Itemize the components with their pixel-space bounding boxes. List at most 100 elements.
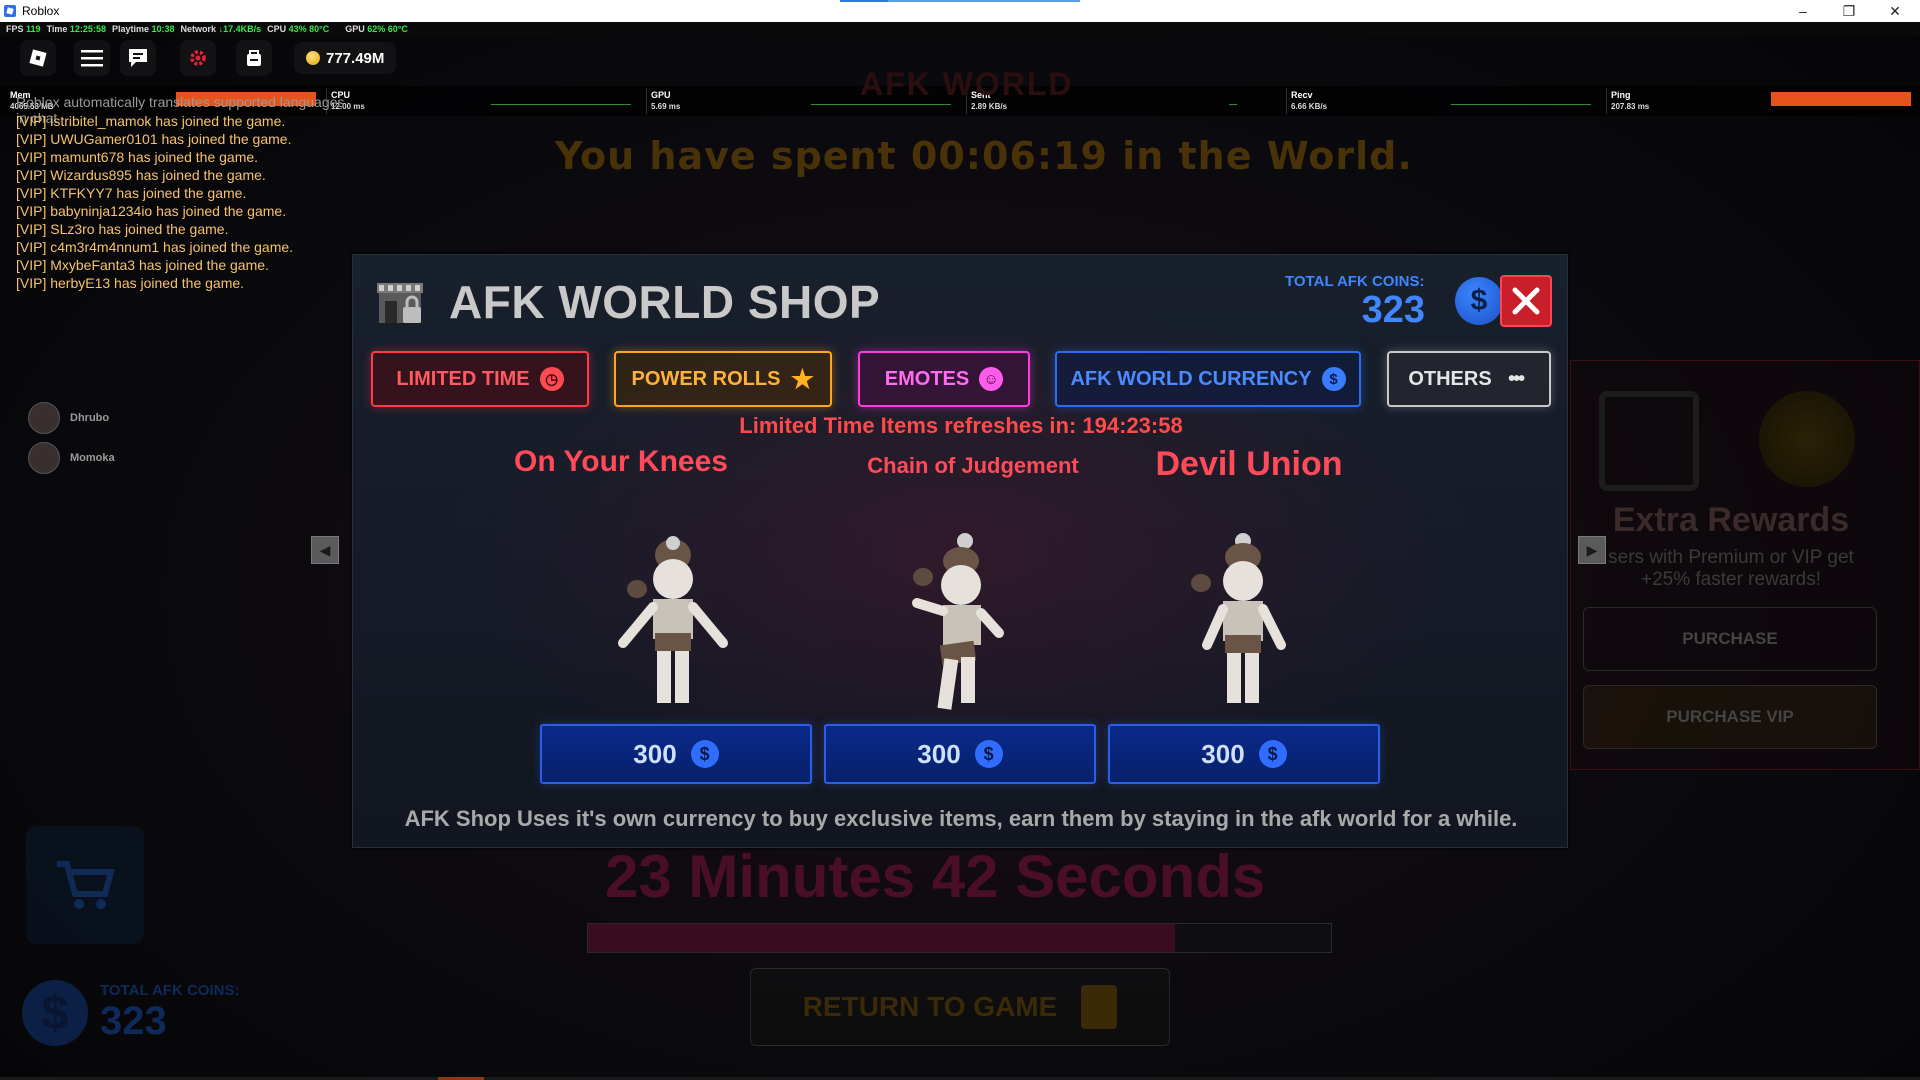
recv-graph — [1451, 104, 1591, 105]
premium-logo-icon — [1599, 391, 1699, 491]
price-amount: 300 — [917, 738, 961, 769]
stat-cpu: CPU 12.00 ms — [326, 88, 631, 114]
emote-preview-devil[interactable] — [1183, 533, 1303, 711]
arrow-right-icon: ▶ — [1586, 541, 1598, 558]
tab-label: AFK WORLD CURRENCY — [1070, 367, 1312, 390]
chat-line: [VIP] SLz3ro has joined the game. — [16, 221, 229, 237]
chat-line: [VIP] mamunt678 has joined the game. — [16, 149, 259, 165]
window-titlebar: Roblox – ❐ ✕ — [0, 0, 1920, 22]
dollar-coin-icon: $ — [1321, 367, 1346, 391]
tab-label: LIMITED TIME — [396, 367, 530, 390]
cart-icon — [57, 861, 115, 909]
emote-preview-chain[interactable] — [901, 533, 1021, 711]
window-title: Roblox — [22, 4, 60, 18]
next-arrow-button[interactable]: ▶ — [1578, 536, 1606, 564]
chat-toggle-button[interactable] — [120, 40, 156, 76]
bg-world-title: AFK WORLD — [860, 66, 1074, 102]
chat-line: [VIP] istribitel_mamok has joined the ga… — [16, 113, 286, 129]
tab-label: OTHERS — [1408, 367, 1492, 390]
chat-line: [VIP] MxybeFanta3 has joined the game. — [16, 257, 269, 273]
afk-shop-modal: AFK WORLD SHOP TOTAL AFK COINS: 323 $ LI… — [352, 254, 1568, 848]
tab-power-rolls[interactable]: POWER ROLLS ★ — [614, 351, 832, 407]
bg-progress-fill — [588, 924, 1175, 952]
extra-rewards-title: Extra Rewards — [1612, 501, 1850, 539]
roblox-menu-button[interactable] — [20, 40, 56, 76]
chat-line: [VIP] Wizardus895 has joined the game. — [16, 167, 266, 183]
prev-arrow-button[interactable]: ◀ — [311, 536, 339, 564]
close-icon — [1512, 287, 1540, 315]
tab-limited-time[interactable]: LIMITED TIME ◷ — [371, 351, 589, 407]
player-name: Momoka — [70, 452, 115, 464]
extra-rewards-panel: Extra Rewards sers with Premium or VIP g… — [1570, 360, 1920, 770]
shop-title: AFK WORLD SHOP — [449, 276, 881, 328]
chat-line: [VIP] c4m3r4m4nnum1 has joined the game. — [16, 239, 294, 255]
purchase-button[interactable]: PURCHASE — [1583, 607, 1877, 671]
chat-line: [VIP] herbyE13 has joined the game. — [16, 275, 245, 291]
titlebar-accent-line-active — [840, 0, 888, 2]
vip-badge-icon — [1759, 391, 1855, 487]
tab-label: POWER ROLLS — [631, 367, 781, 390]
avatar — [28, 402, 60, 434]
shop-footnote: AFK Shop Uses it's own currency to buy e… — [404, 806, 1518, 831]
shop-icon — [377, 283, 423, 323]
player-entry[interactable]: Dhrubo — [28, 402, 109, 434]
roblox-app-icon — [4, 5, 16, 17]
item-name: On Your Knees — [514, 445, 728, 478]
refresh-timer: Limited Time Items refreshes in: 194:23:… — [739, 413, 1183, 438]
more-dots-icon: ••• — [1508, 367, 1525, 390]
minimize-button[interactable]: – — [1780, 0, 1826, 22]
extra-rewards-desc: sers with Premium or VIP get +25% faster … — [1608, 547, 1854, 590]
arrow-left-icon: ◀ — [319, 541, 331, 558]
hamburger-icon — [81, 50, 103, 67]
perf-gpu: GPU 62% 60°C — [345, 24, 408, 34]
gear-icon — [190, 50, 206, 66]
perf-playtime: Playtime 10:38 — [111, 24, 175, 34]
perf-network: Network ↓17.4KB/s — [180, 24, 262, 34]
close-window-button[interactable]: ✕ — [1872, 0, 1918, 22]
dollar-coin-icon: $ — [1258, 740, 1287, 768]
perf-fps: FPS 119 — [6, 24, 41, 34]
player-name: Dhrubo — [70, 412, 110, 424]
total-coins-value: 323 — [1361, 289, 1425, 331]
game-viewport: Roblox – ❐ ✕ FPS 119 Time 12:25:58 Playt… — [0, 0, 1920, 1080]
backpack-button[interactable] — [236, 40, 272, 76]
buy-button[interactable]: 300 $ — [1108, 724, 1380, 784]
purchase-vip-button[interactable]: PURCHASE VIP — [1583, 685, 1877, 749]
bg-time-spent: You have spent 00:06:19 in the World. — [555, 134, 1413, 178]
player-entry[interactable]: Momoka — [28, 442, 115, 474]
price-amount: 300 — [633, 738, 677, 769]
restore-button[interactable]: ❐ — [1826, 0, 1872, 22]
buy-button[interactable]: 300 $ — [540, 724, 812, 784]
close-shop-button[interactable] — [1500, 275, 1552, 327]
exit-runner-icon — [1081, 985, 1118, 1029]
total-coins-label: TOTAL AFK COINS: — [1285, 273, 1425, 290]
hamburger-menu-button[interactable] — [74, 40, 110, 76]
tab-emotes[interactable]: EMOTES ☺ — [858, 351, 1030, 407]
tab-afk-world-currency[interactable]: AFK WORLD CURRENCY $ — [1055, 351, 1361, 407]
bg-progress-bar — [587, 923, 1332, 953]
chat-line: [VIP] babyninja1234io has joined the gam… — [16, 203, 287, 219]
robux-coins-display[interactable]: 777.49M — [294, 42, 397, 74]
return-to-game-button[interactable]: RETURN TO GAME — [750, 968, 1170, 1046]
smiley-icon: ☺ — [979, 367, 1004, 391]
chat-window: Roblox automatically translates supporte… — [16, 94, 356, 292]
bg-countdown: 23 Minutes 42 Seconds — [605, 843, 1266, 910]
item-name: Devil Union — [1155, 445, 1343, 483]
chat-icon — [129, 49, 147, 67]
star-icon: ★ — [790, 363, 815, 394]
gpu-graph — [811, 104, 951, 105]
shop-cart-button[interactable] — [26, 826, 144, 944]
chat-line: [VIP] UWUGamer0101 has joined the game. — [16, 131, 292, 147]
perf-cpu: CPU 43% 80°C — [267, 24, 330, 34]
settings-button[interactable] — [180, 40, 216, 76]
coins-value: 777.49M — [326, 49, 385, 67]
bg-total-value: 323 — [100, 999, 167, 1043]
tab-others[interactable]: OTHERS ••• — [1387, 351, 1551, 407]
chat-system-message: Roblox automatically translates supporte… — [16, 94, 345, 126]
cpu-graph — [491, 104, 631, 105]
perf-time: Time 12:25:58 — [46, 24, 106, 34]
buy-button[interactable]: 300 $ — [824, 724, 1096, 784]
emote-preview-knees[interactable] — [613, 533, 733, 711]
stat-recv: Recv 6.66 KB/s — [1286, 88, 1591, 114]
dollar-coin-icon: $ — [22, 980, 88, 1046]
